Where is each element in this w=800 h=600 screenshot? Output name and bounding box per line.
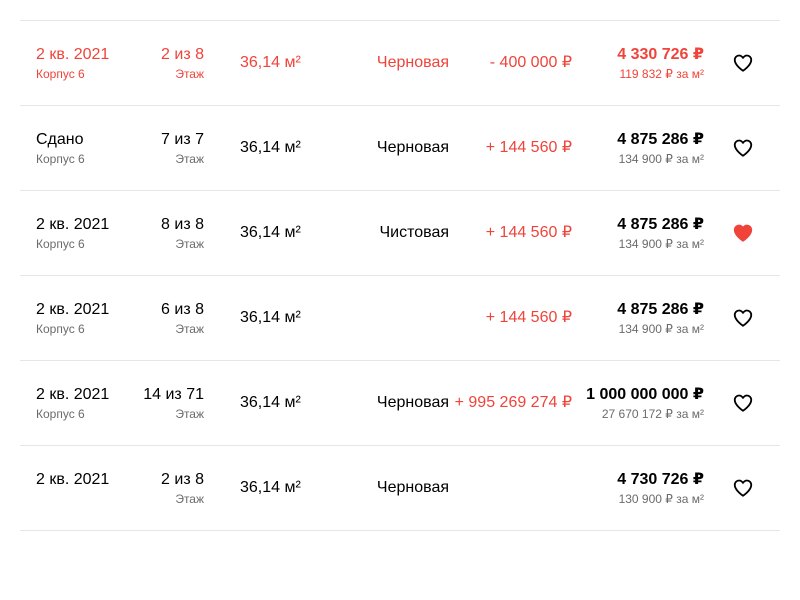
floor-label: Этаж xyxy=(175,67,204,81)
floor-value: 2 из 8 xyxy=(161,46,204,63)
area-value: 36,14 м² xyxy=(240,309,301,326)
delivery-cell: 2 кв. 2021 Корпус 6 xyxy=(36,215,109,252)
price-cell: 4 730 726 ₽ 130 900 ₽ за м² xyxy=(617,470,704,507)
area-value: 36,14 м² xyxy=(240,54,301,71)
building-label: Корпус 6 xyxy=(36,67,85,81)
price-cell: 4 330 726 ₽ 119 832 ₽ за м² xyxy=(617,45,704,82)
price-per-meter: 134 900 ₽ за м² xyxy=(618,322,704,336)
floor-label: Этаж xyxy=(175,237,204,251)
price-cell: 4 875 286 ₽ 134 900 ₽ за м² xyxy=(617,215,704,252)
price-value: 4 330 726 ₽ xyxy=(617,46,704,63)
heart-outline-icon xyxy=(733,54,753,72)
favorite-button[interactable] xyxy=(732,137,754,159)
building-label: Корпус 6 xyxy=(36,152,85,166)
list-item[interactable]: 2 кв. 2021 Корпус 6 8 из 8 Этаж 36,14 м²… xyxy=(20,190,780,275)
list-item[interactable]: Сдано Корпус 6 7 из 7 Этаж 36,14 м² Черн… xyxy=(20,105,780,190)
floor-cell: 6 из 8 Этаж xyxy=(161,300,204,337)
price-cell: 4 875 286 ₽ 134 900 ₽ за м² xyxy=(617,130,704,167)
heart-outline-icon xyxy=(733,309,753,327)
delivery-date: 2 кв. 2021 xyxy=(36,301,110,318)
floor-cell: 8 из 8 Этаж xyxy=(161,215,204,252)
area-value: 36,14 м² xyxy=(240,394,301,411)
heart-outline-icon xyxy=(733,479,753,497)
delivery-cell: Сдано Корпус 6 xyxy=(36,130,85,167)
price-diff: - 400 000 ₽ xyxy=(489,54,572,71)
floor-label: Этаж xyxy=(175,152,204,166)
finish-type: Черновая xyxy=(376,54,449,71)
finish-type: Чистовая xyxy=(379,224,449,241)
price-cell: 4 875 286 ₽ 134 900 ₽ за м² xyxy=(617,300,704,337)
favorite-button[interactable] xyxy=(732,392,754,414)
favorite-button[interactable] xyxy=(732,307,754,329)
price-value: 4 730 726 ₽ xyxy=(617,471,704,488)
heart-filled-icon xyxy=(733,224,753,242)
favorite-button[interactable] xyxy=(732,52,754,74)
list-item[interactable]: 2 кв. 2021 2 из 8 Этаж 36,14 м² Черновая… xyxy=(20,445,780,531)
price-per-meter: 130 900 ₽ за м² xyxy=(618,492,704,506)
delivery-date: 2 кв. 2021 xyxy=(36,386,110,403)
delivery-cell: 2 кв. 2021 Корпус 6 xyxy=(36,385,109,422)
delivery-cell: 2 кв. 2021 Корпус 6 xyxy=(36,45,109,82)
floor-value: 2 из 8 xyxy=(161,471,204,488)
price-diff: + 144 560 ₽ xyxy=(485,139,572,156)
floor-label: Этаж xyxy=(175,492,204,506)
floor-value: 8 из 8 xyxy=(161,216,204,233)
floor-cell: 7 из 7 Этаж xyxy=(161,130,204,167)
favorite-button[interactable] xyxy=(732,222,754,244)
floor-value: 14 из 71 xyxy=(143,386,204,403)
area-value: 36,14 м² xyxy=(240,224,301,241)
price-diff: + 995 269 274 ₽ xyxy=(454,394,572,411)
building-label: Корпус 6 xyxy=(36,237,85,251)
price-diff: + 144 560 ₽ xyxy=(485,309,572,326)
building-label: Корпус 6 xyxy=(36,322,85,336)
list-item[interactable]: 2 кв. 2021 Корпус 6 2 из 8 Этаж 36,14 м²… xyxy=(20,20,780,105)
favorite-button[interactable] xyxy=(732,477,754,499)
area-value: 36,14 м² xyxy=(240,139,301,156)
floor-value: 7 из 7 xyxy=(161,131,204,148)
apartment-list: 2 кв. 2021 Корпус 6 2 из 8 Этаж 36,14 м²… xyxy=(20,20,780,531)
finish-type: Черновая xyxy=(376,394,449,411)
floor-label: Этаж xyxy=(175,322,204,336)
floor-cell: 14 из 71 Этаж xyxy=(143,385,204,422)
delivery-date: 2 кв. 2021 xyxy=(36,216,110,233)
price-value: 1 000 000 000 ₽ xyxy=(586,386,704,403)
price-value: 4 875 286 ₽ xyxy=(617,216,704,233)
delivery-cell: 2 кв. 2021 xyxy=(36,470,109,491)
delivery-cell: 2 кв. 2021 Корпус 6 xyxy=(36,300,109,337)
building-label: Корпус 6 xyxy=(36,407,85,421)
delivery-date: 2 кв. 2021 xyxy=(36,471,110,488)
heart-outline-icon xyxy=(733,139,753,157)
price-per-meter: 134 900 ₽ за м² xyxy=(618,237,704,251)
price-value: 4 875 286 ₽ xyxy=(617,131,704,148)
delivery-date: Сдано xyxy=(36,131,84,148)
price-cell: 1 000 000 000 ₽ 27 670 172 ₽ за м² xyxy=(586,385,704,422)
floor-value: 6 из 8 xyxy=(161,301,204,318)
price-per-meter: 134 900 ₽ за м² xyxy=(618,152,704,166)
list-item[interactable]: 2 кв. 2021 Корпус 6 6 из 8 Этаж 36,14 м²… xyxy=(20,275,780,360)
heart-outline-icon xyxy=(733,394,753,412)
finish-type: Черновая xyxy=(376,139,449,156)
area-value: 36,14 м² xyxy=(240,479,301,496)
finish-type: Черновая xyxy=(376,479,449,496)
list-item[interactable]: 2 кв. 2021 Корпус 6 14 из 71 Этаж 36,14 … xyxy=(20,360,780,445)
floor-cell: 2 из 8 Этаж xyxy=(161,45,204,82)
floor-cell: 2 из 8 Этаж xyxy=(161,470,204,507)
price-per-meter: 27 670 172 ₽ за м² xyxy=(601,407,704,421)
price-diff: + 144 560 ₽ xyxy=(485,224,572,241)
price-value: 4 875 286 ₽ xyxy=(617,301,704,318)
price-per-meter: 119 832 ₽ за м² xyxy=(619,67,704,81)
floor-label: Этаж xyxy=(175,407,204,421)
delivery-date: 2 кв. 2021 xyxy=(36,46,110,63)
